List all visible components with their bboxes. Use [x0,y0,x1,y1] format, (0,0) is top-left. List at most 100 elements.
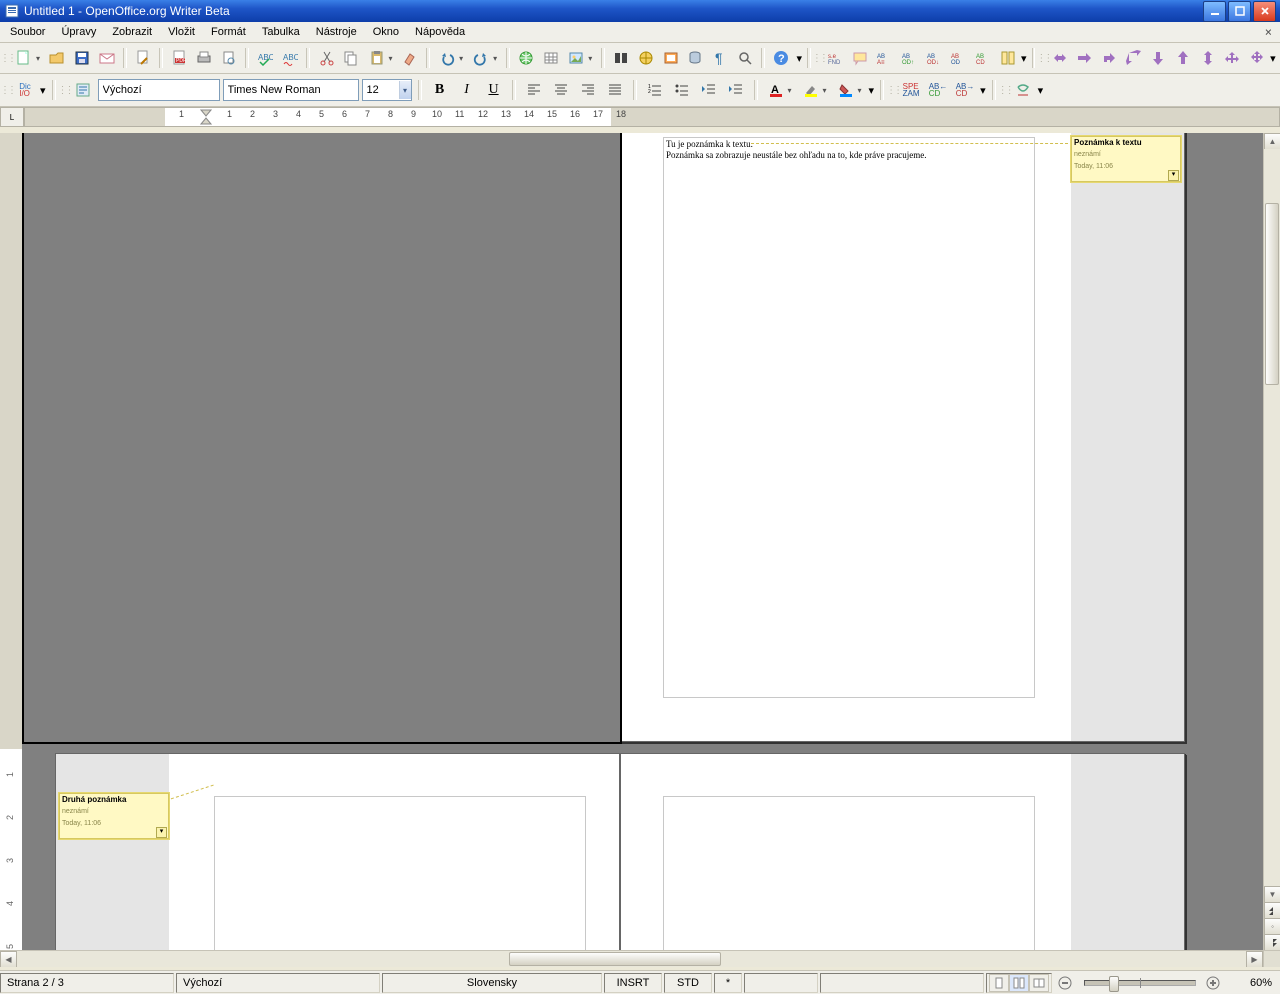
status-signature[interactable] [744,973,818,993]
toolbar-grip-7[interactable]: ⋮⋮ [1002,79,1008,101]
bold-button[interactable]: B [428,78,452,102]
spe-zam-button[interactable]: SPEZAM [899,78,923,102]
cut-button[interactable] [315,46,338,70]
menu-napoveda[interactable]: Nápověda [407,24,473,40]
ab-cd-green-button[interactable]: AB←CD [926,78,950,102]
toolbar-grip-2[interactable]: ⋮⋮ [816,47,822,69]
zoom-button[interactable] [733,46,756,70]
horizontal-ruler[interactable]: 1 1 2 3 4 5 6 7 8 9 10 11 12 13 14 15 16… [24,107,1280,127]
zoom-slider-knob[interactable] [1109,976,1119,992]
arrow-up-down-button[interactable] [1196,46,1219,70]
toolbar-grip-6[interactable]: ⋮⋮ [890,79,896,101]
nonprinting-button[interactable]: ¶ [709,46,732,70]
toolbar-overflow-dic[interactable]: ▾ [40,84,46,97]
arrow-right-button[interactable] [1073,46,1096,70]
close-doc-button[interactable]: × [1259,25,1278,39]
show-draw-button[interactable]: ▾ [564,46,596,70]
scroll-thumb-h[interactable] [509,952,721,966]
status-style[interactable]: Výchozí [176,973,380,993]
navigator-button[interactable] [635,46,658,70]
status-zoom[interactable]: 60% [1226,974,1278,992]
page-text-line-1[interactable]: Tu je poznámka k textu. [666,139,753,150]
table-insert-button[interactable] [540,46,563,70]
page-2-left[interactable]: Druhá poznámka neznámí Today, 11:06 ▾ [55,753,620,967]
merge-doc-button[interactable]: ABCD [972,46,995,70]
toolbar-overflow-3[interactable]: ▾ [1270,52,1276,65]
menu-upravy[interactable]: Úpravy [53,24,104,40]
toolbar-overflow-2[interactable]: ▾ [1021,52,1027,65]
status-language[interactable]: Slovensky [382,973,602,993]
comment-note-2[interactable]: Druhá poznámka neznámí Today, 11:06 ▾ [58,792,170,840]
reject-change-button[interactable]: ABOD [947,46,970,70]
indent-marker-icon[interactable] [200,109,212,125]
view-single-button[interactable] [989,974,1009,992]
underline-button[interactable]: U [482,78,506,102]
toolbar-overflow-4[interactable]: ▾ [869,84,875,97]
redo-button[interactable]: ▾ [469,46,501,70]
toolbar-grip-3[interactable]: ⋮⋮ [1040,47,1046,69]
prev-page-button[interactable] [1264,902,1280,919]
scroll-left-button[interactable]: ◀ [0,951,17,968]
track-changes-button[interactable]: ABA≡ [873,46,896,70]
ruler-corner[interactable]: L [0,107,24,127]
spellcheck-button[interactable]: ABC [254,46,277,70]
align-right-button[interactable] [576,78,600,102]
page-1[interactable]: Tu je poznámka k textu. Poznámka sa zobr… [620,133,1185,742]
align-left-button[interactable] [522,78,546,102]
vertical-ruler[interactable]: 1 2 3 4 5 [0,133,23,951]
scroll-up-button[interactable]: ▲ [1264,133,1280,150]
find-button[interactable] [610,46,633,70]
zoom-in-button[interactable] [1202,974,1224,992]
arrow-bent-button[interactable] [1098,46,1121,70]
datasources-button[interactable] [684,46,707,70]
paragraph-style-combo[interactable]: ▾ [98,79,220,101]
scroll-right-button[interactable]: ▶ [1246,951,1263,968]
status-modified[interactable]: * [714,973,742,993]
format-paintbrush-button[interactable] [399,46,422,70]
menu-format[interactable]: Formát [203,24,254,40]
gallery-button[interactable] [659,46,682,70]
horizontal-scrollbar[interactable]: ◀ ▶ [0,950,1280,967]
toolbar-grip-5[interactable]: ⋮⋮ [62,79,68,101]
page-1-left[interactable] [22,133,622,744]
font-color-button[interactable]: A▾ [764,78,796,102]
comment-menu-button-2[interactable]: ▾ [156,827,167,838]
view-multi-button[interactable] [1009,974,1029,992]
font-name-input[interactable] [224,81,374,99]
toolbar-grip-4[interactable]: ⋮⋮ [4,79,10,101]
help-button[interactable]: ? [770,46,793,70]
copy-button[interactable] [340,46,363,70]
scroll-thumb[interactable] [1265,203,1279,385]
window-minimize-button[interactable] [1203,1,1226,22]
bullet-list-button[interactable] [670,78,694,102]
arrow-4way-button[interactable] [1246,46,1269,70]
show-changes-button[interactable]: ABOD↑ [898,46,921,70]
ab-cd-red-button[interactable]: AB→CD [953,78,977,102]
status-selection[interactable]: STD [664,973,712,993]
accept-change-button[interactable]: ABOD↓ [922,46,945,70]
open-button[interactable] [46,46,69,70]
bgcolor-button[interactable]: ▾ [834,78,866,102]
arrow-up-button[interactable] [1172,46,1195,70]
toolbar-overflow[interactable]: ▾ [796,52,802,65]
page-2-right[interactable] [620,753,1185,967]
menu-vlozit[interactable]: Vložit [160,24,203,40]
autospell-button[interactable]: ABC [279,46,302,70]
document-canvas[interactable]: Tu je poznámka k textu. Poznámka sa zobr… [22,133,1264,951]
toolbar-grip[interactable]: ⋮⋮ [4,47,10,69]
arrow-down-button[interactable] [1147,46,1170,70]
numbered-list-button[interactable]: 12 [643,78,667,102]
hyperlink-button[interactable] [515,46,538,70]
align-justify-button[interactable] [603,78,627,102]
save-button[interactable] [71,46,94,70]
print-button[interactable] [193,46,216,70]
styles-window-button[interactable] [71,78,95,102]
italic-button[interactable]: I [455,78,479,102]
window-close-button[interactable] [1253,1,1276,22]
indent-button[interactable] [724,78,748,102]
arrow-left-right-button[interactable] [1048,46,1071,70]
scroll-down-button[interactable]: ▼ [1264,886,1280,903]
undo-button[interactable]: ▾ [435,46,467,70]
find-replace-prev-button[interactable]: s.eFND [824,46,847,70]
new-button[interactable]: ▾ [12,46,44,70]
